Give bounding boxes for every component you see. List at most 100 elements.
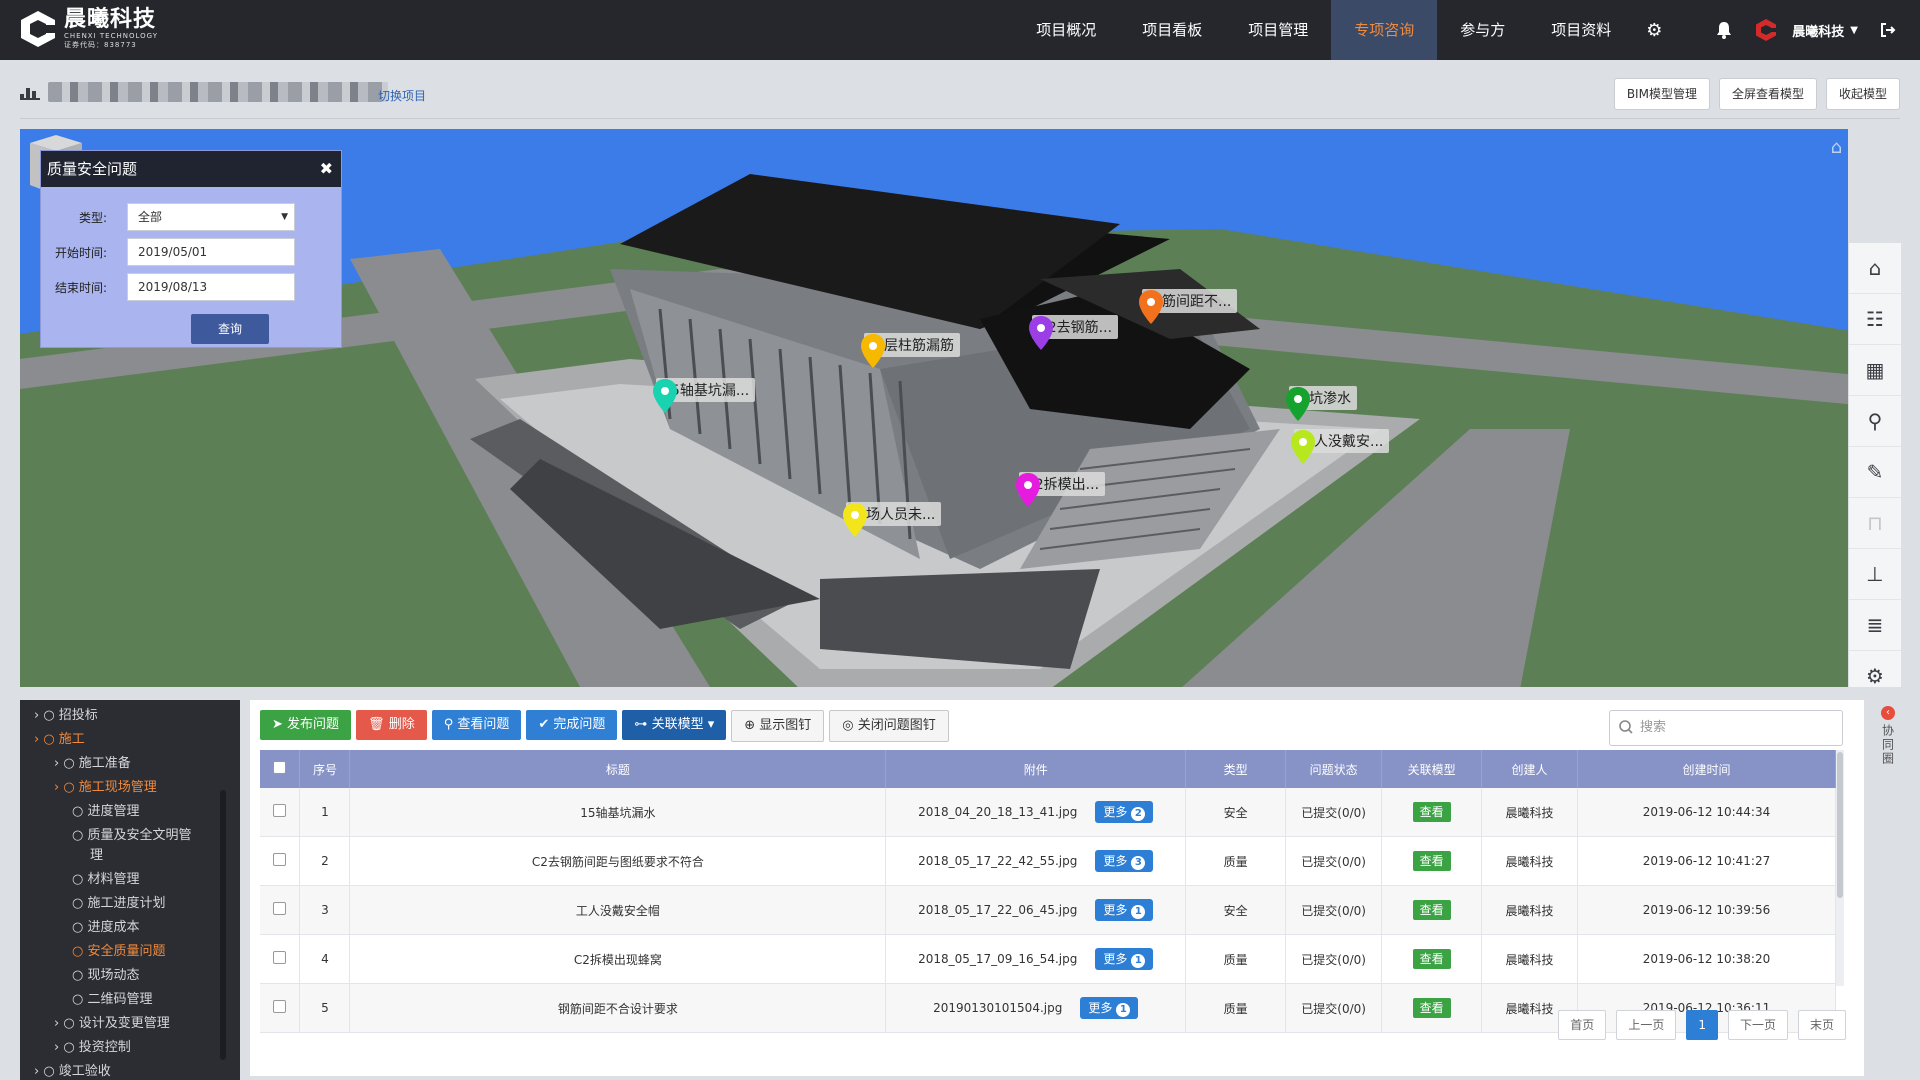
view-model-button[interactable]: 查看	[1412, 900, 1451, 920]
view-model-button[interactable]: 查看	[1412, 949, 1451, 969]
table-row[interactable]: 4 C2拆模出现蜂窝 2018_05_17_09_16_54.jpg 更多 1 质量 已提交…	[260, 934, 1836, 984]
issue-marker[interactable]: 工人没戴安...	[1290, 429, 1390, 464]
issue-marker[interactable]: 现场人员未...	[842, 502, 942, 537]
tree-item[interactable]: › ○ 设计及变更管理	[54, 1012, 170, 1031]
attachment-filename[interactable]: 2018_04_20_18_13_41.jpg	[918, 805, 1077, 819]
collaboration-panel-toggle[interactable]: ‹ 协同圈	[1876, 706, 1900, 766]
row-checkbox[interactable]	[273, 902, 287, 915]
tree-item[interactable]: ○ 安全质量问题	[72, 940, 165, 959]
issue-marker[interactable]: C2去钢筋...	[1028, 315, 1119, 350]
row-checkbox-cell[interactable]	[260, 934, 301, 984]
tree-icon[interactable]: ☷	[1849, 294, 1901, 345]
fullscreen-model-button[interactable]: 全屏查看模型	[1718, 78, 1817, 110]
issue-marker[interactable]: 钢筋间距不...	[1138, 289, 1238, 324]
tree-item[interactable]: › ○ 施工准备	[54, 752, 131, 771]
tree-item[interactable]: ○ 材料管理	[72, 868, 139, 887]
tree-item[interactable]: ○ 进度成本	[72, 916, 139, 935]
search-input[interactable]: 搜索	[1609, 710, 1843, 746]
settings-icon[interactable]: ⚙	[1849, 651, 1901, 701]
attachment-filename[interactable]: 2018_05_17_22_06_45.jpg	[918, 903, 1077, 917]
issue-marker[interactable]: 二层柱筋漏筋	[860, 333, 960, 368]
brand-logo[interactable]: 晨曦科技 CHENXI TECHNOLOGY 证券代码：838773	[18, 8, 158, 50]
ruler-icon[interactable]: ✎	[1849, 447, 1901, 498]
tree-item[interactable]: › ○ 竣工验收	[34, 1060, 111, 1079]
row-checkbox[interactable]	[273, 951, 287, 964]
row-checkbox[interactable]	[273, 804, 287, 817]
table-row[interactable]: 1 15轴基坑漏水 2018_04_20_18_13_41.jpg 更多 2 安全 已提交(…	[260, 788, 1836, 837]
view-model-button[interactable]: 查看	[1412, 851, 1451, 871]
issue-marker[interactable]: 15轴基坑漏...	[652, 378, 756, 413]
switch-project-link[interactable]: 切换项目	[378, 87, 426, 104]
close-pins-button[interactable]: ◎ 关闭问题图钉	[829, 710, 949, 742]
layers-icon[interactable]: ▦	[1849, 345, 1901, 396]
tree-item[interactable]: ○ 现场动态	[72, 964, 139, 983]
view-issue-button[interactable]: ⚲ 查看问题	[431, 710, 522, 740]
more-attachments-button[interactable]: 更多 2	[1095, 801, 1154, 823]
attachment-filename[interactable]: 20190130101504.jpg	[933, 1001, 1062, 1015]
more-attachments-button[interactable]: 更多 3	[1095, 850, 1154, 872]
home-small-icon[interactable]: ⌂	[1831, 137, 1842, 158]
start-time-input[interactable]: 2019/05/01	[127, 238, 295, 266]
table-row[interactable]: 3 工人没戴安全帽 2018_05_17_22_06_45.jpg 更多 1 安全 已提交(…	[260, 885, 1836, 935]
more-attachments-button[interactable]: 更多 1	[1080, 997, 1139, 1019]
row-checkbox-cell[interactable]	[260, 836, 301, 886]
row-checkbox[interactable]	[273, 853, 287, 866]
table-row[interactable]: 2 C2去钢筋间距与图纸要求不符合 2018_05_17_22_42_55.jpg 更…	[260, 836, 1836, 886]
location-icon[interactable]: ⚲	[1849, 396, 1901, 447]
row-checkbox-cell[interactable]	[260, 885, 301, 935]
nav-item-participants[interactable]: 参与方	[1437, 0, 1528, 60]
issue-marker[interactable]: 基坑渗水	[1285, 386, 1357, 421]
view-model-button[interactable]: 查看	[1412, 998, 1451, 1018]
show-pins-button[interactable]: ⊕ 显示图钉	[731, 710, 825, 742]
bell-icon[interactable]	[1704, 0, 1744, 60]
bim-model-management-button[interactable]: BIM模型管理	[1613, 78, 1710, 110]
table-scrollbar-thumb[interactable]	[1837, 752, 1843, 898]
nav-item-consulting[interactable]: 专项咨询	[1331, 0, 1438, 60]
nav-item-dashboard[interactable]: 项目看板	[1119, 0, 1225, 60]
row-checkbox[interactable]	[273, 1000, 287, 1013]
query-button[interactable]: 查询	[191, 314, 269, 344]
complete-issue-button[interactable]: ✔ 完成问题	[526, 710, 618, 740]
tree-item[interactable]: ○ 二维码管理	[72, 988, 152, 1007]
logout-icon[interactable]	[1868, 0, 1908, 60]
pin-icon[interactable]: ⊥	[1849, 549, 1901, 600]
attachment-filename[interactable]: 2018_05_17_22_42_55.jpg	[918, 854, 1077, 868]
gear-icon[interactable]: ⚙	[1634, 0, 1674, 60]
tree-item[interactable]: ○ 质量及安全文明管	[72, 824, 191, 843]
more-attachments-button[interactable]: 更多 1	[1095, 948, 1154, 970]
section-icon[interactable]: ⊓	[1849, 498, 1901, 549]
issue-marker[interactable]: C2拆模出...	[1015, 472, 1106, 507]
row-checkbox-cell[interactable]	[260, 983, 301, 1033]
tree-item[interactable]: › ○ 投资控制	[54, 1036, 131, 1055]
attachment-filename[interactable]: 2018_05_17_09_16_54.jpg	[918, 952, 1077, 966]
close-icon[interactable]: ✖	[320, 151, 333, 187]
user-menu[interactable]: 晨曦科技 ▼	[1744, 18, 1868, 42]
last-page-button[interactable]: 末页	[1797, 1010, 1846, 1040]
type-select[interactable]: 全部 ▼	[127, 203, 295, 231]
collapse-model-button[interactable]: 收起模型	[1825, 78, 1900, 110]
select-all-checkbox[interactable]	[273, 761, 287, 774]
tree-item[interactable]: › ○ 施工	[34, 728, 85, 747]
first-page-button[interactable]: 首页	[1558, 1010, 1607, 1040]
more-attachments-button[interactable]: 更多 1	[1095, 899, 1154, 921]
tree-item[interactable]: ○ 进度管理	[72, 800, 139, 819]
collapse-icon[interactable]: ‹	[1881, 706, 1895, 720]
publish-issue-button[interactable]: ➤ 发布问题	[260, 710, 352, 740]
delete-button[interactable]: 🗑 删除	[356, 710, 427, 740]
next-page-button[interactable]: 下一页	[1727, 1010, 1788, 1040]
tree-item[interactable]: › ○ 招投标	[34, 704, 98, 723]
nav-item-overview[interactable]: 项目概况	[1013, 0, 1119, 60]
end-time-input[interactable]: 2019/08/13	[127, 273, 295, 301]
nav-item-documents[interactable]: 项目资料	[1528, 0, 1634, 60]
list-icon[interactable]: ≣	[1849, 600, 1901, 651]
link-model-dropdown[interactable]: ⊶ 关联模型 ▾	[622, 710, 727, 740]
select-all-header[interactable]	[260, 750, 301, 788]
prev-page-button[interactable]: 上一页	[1616, 1010, 1677, 1040]
view-model-button[interactable]: 查看	[1412, 802, 1451, 822]
nav-item-project-management[interactable]: 项目管理	[1225, 0, 1331, 60]
tree-scrollbar[interactable]	[220, 790, 226, 1060]
tree-item[interactable]: 理	[90, 844, 103, 863]
row-checkbox-cell[interactable]	[260, 788, 301, 837]
current-page[interactable]: 1	[1686, 1010, 1718, 1040]
home-icon[interactable]: ⌂	[1849, 243, 1901, 294]
